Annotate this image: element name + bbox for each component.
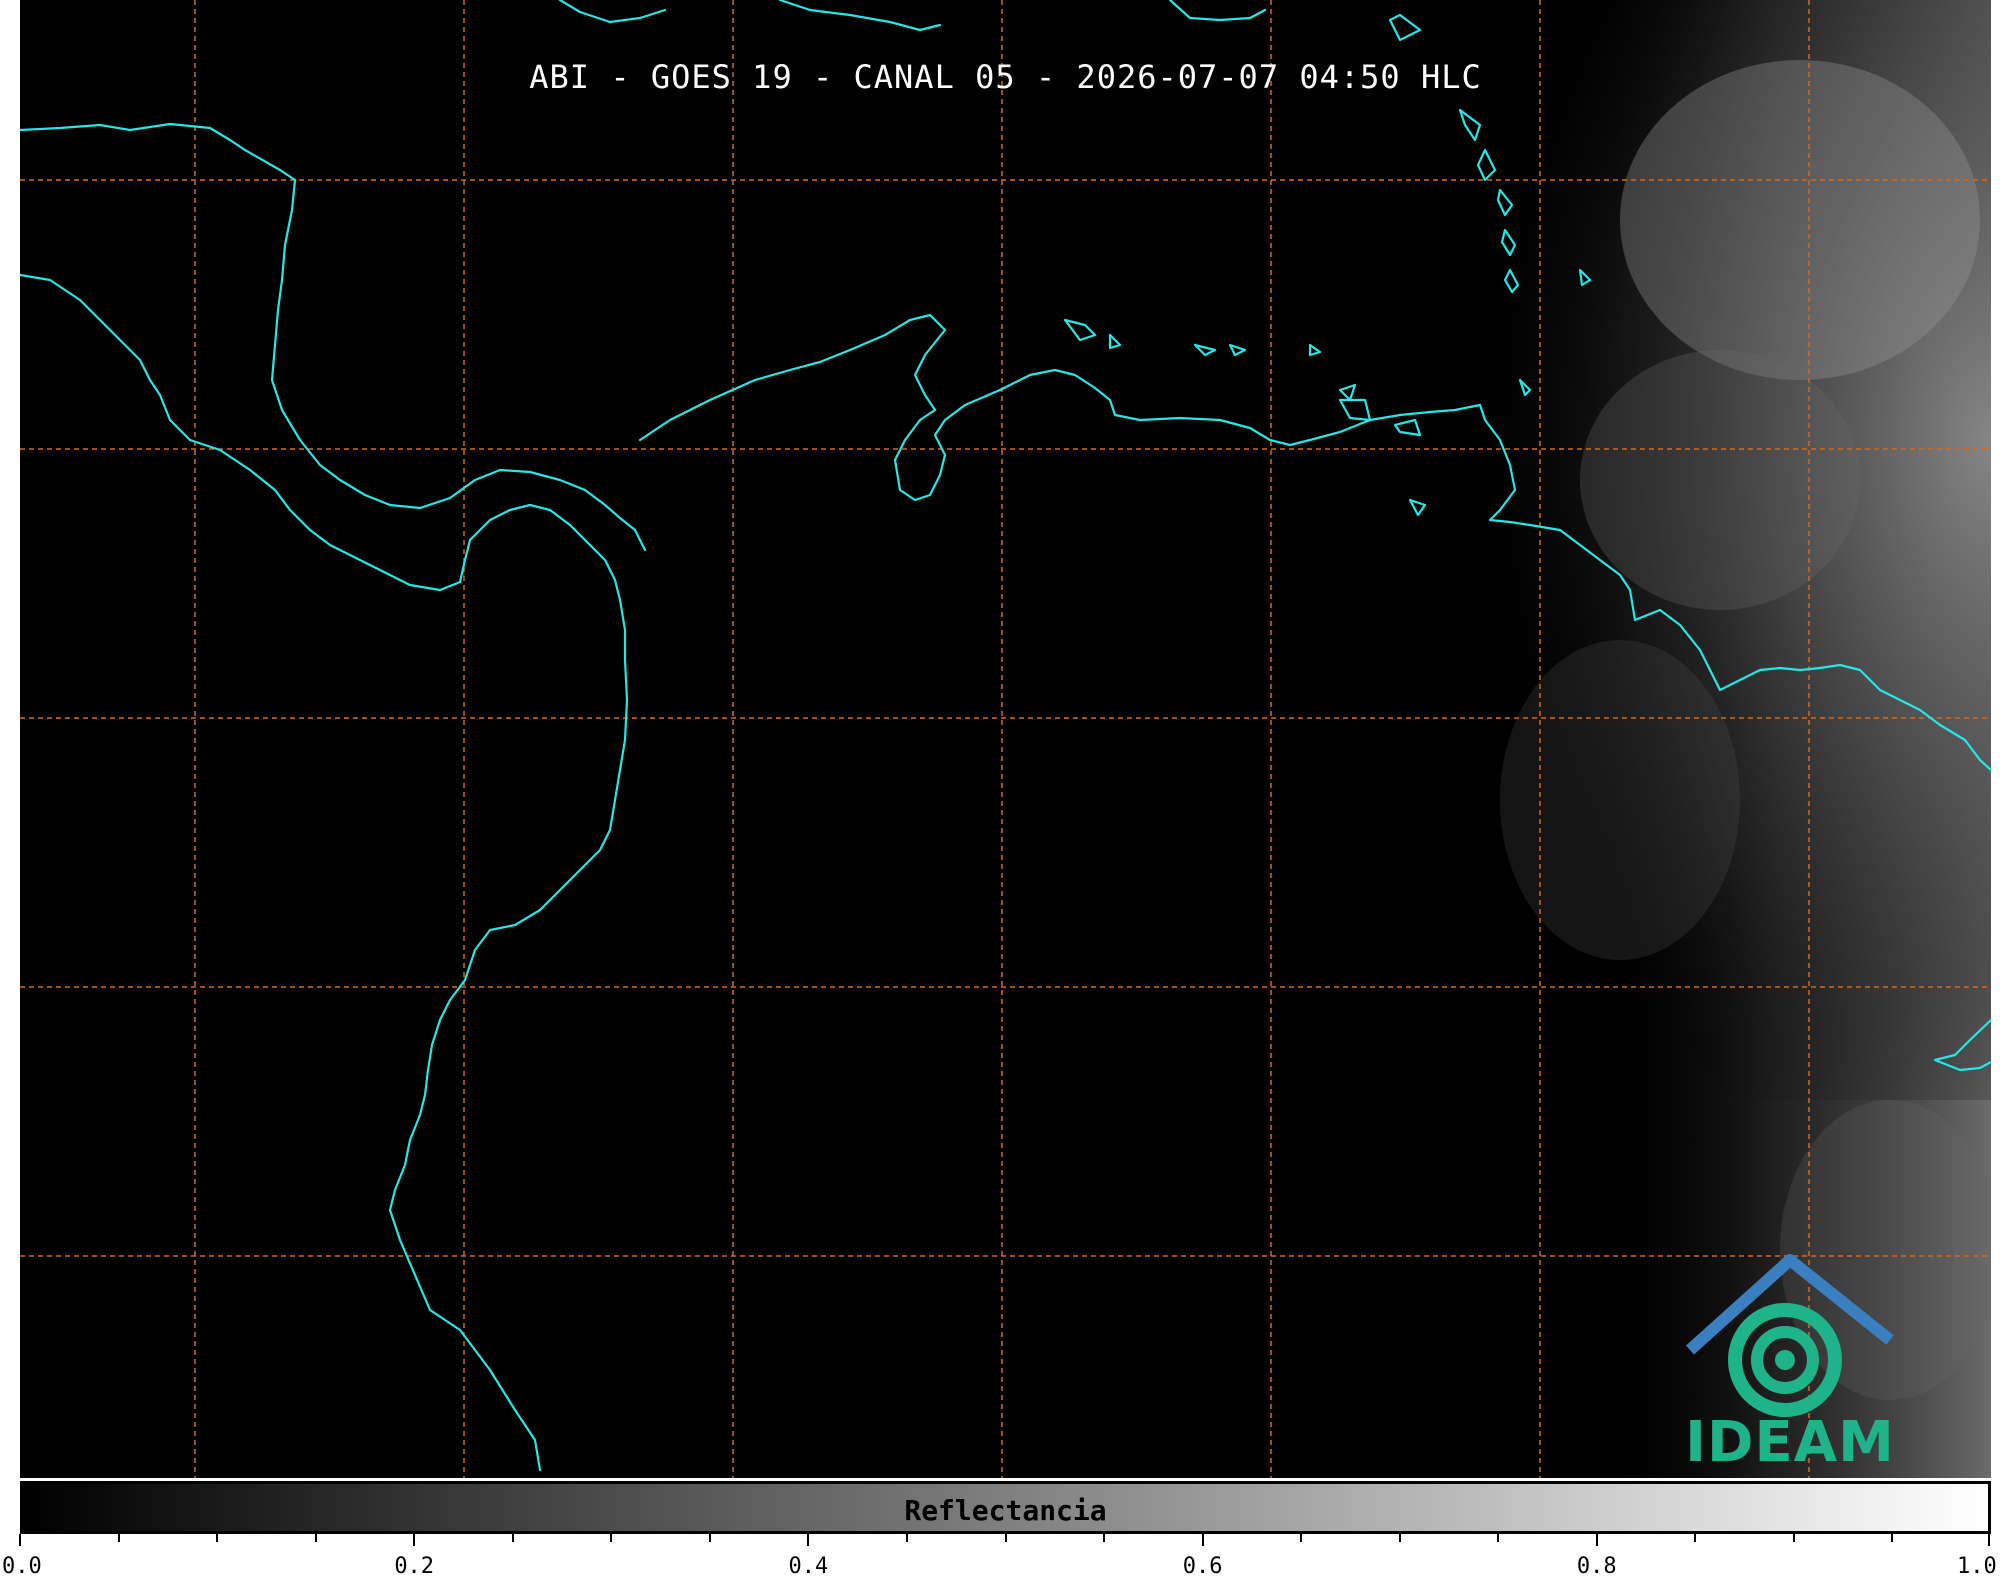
- colorbar-minor-tick: [1005, 1534, 1007, 1542]
- colorbar-minor-tick: [1497, 1534, 1499, 1542]
- ideam-logo: IDEAM: [1660, 1250, 1920, 1475]
- colorbar-tick-label: 1.0: [1957, 1554, 1997, 1579]
- colorbar-minor-tick: [118, 1534, 120, 1542]
- colorbar-minor-tick: [906, 1534, 908, 1542]
- map-panel: ABI - GOES 19 - CANAL 05 - 2026-07-07 04…: [20, 0, 1991, 1478]
- colorbar-major-tick: [19, 1534, 21, 1546]
- colorbar-major-tick: [1202, 1534, 1204, 1546]
- colorbar-tick-label: 0.8: [1576, 1554, 1617, 1579]
- figure-title: ABI - GOES 19 - CANAL 05 - 2026-07-07 04…: [529, 58, 1482, 96]
- colorbar-minor-tick: [216, 1534, 218, 1542]
- colorbar-major-tick: [1988, 1534, 1990, 1546]
- colorbar-minor-tick: [1694, 1534, 1696, 1542]
- ideam-emblem-icon: [1685, 1254, 1894, 1417]
- colorbar-minor-tick: [1793, 1534, 1795, 1542]
- colorbar-minor-tick: [1399, 1534, 1401, 1542]
- colorbar-tick-label: 0.2: [394, 1554, 435, 1579]
- colorbar-major-tick: [807, 1534, 809, 1546]
- colorbar-minor-tick: [315, 1534, 317, 1542]
- colorbar-label: Reflectancia: [904, 1494, 1107, 1527]
- satellite-figure: ABI - GOES 19 - CANAL 05 - 2026-07-07 04…: [0, 0, 2011, 1579]
- colorbar-major-tick: [1596, 1534, 1598, 1546]
- colorbar-tick-label: 0.0: [2, 1554, 42, 1579]
- colorbar-minor-tick: [709, 1534, 711, 1542]
- colorbar-tick-label: 0.6: [1182, 1554, 1223, 1579]
- logo-text: IDEAM: [1685, 1410, 1895, 1475]
- colorbar-minor-tick: [1103, 1534, 1105, 1542]
- colorbar-minor-tick: [512, 1534, 514, 1542]
- colorbar-ticks: 0.0 0.2 0.4 0.6 0.8 1.0: [2, 1534, 1997, 1579]
- colorbar: Reflectancia: [20, 1481, 1991, 1534]
- colorbar-minor-tick: [1891, 1534, 1893, 1542]
- colorbar-minor-tick: [1300, 1534, 1302, 1542]
- colorbar-tick-label: 0.4: [788, 1554, 829, 1579]
- colorbar-major-tick: [413, 1534, 415, 1546]
- colorbar-minor-tick: [610, 1534, 612, 1542]
